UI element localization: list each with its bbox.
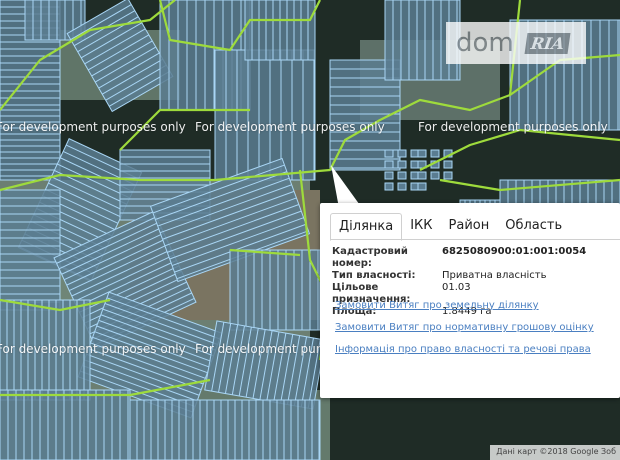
village-plot xyxy=(417,171,427,180)
tab-region[interactable]: Область xyxy=(497,213,570,239)
logo-text: dom xyxy=(456,28,514,58)
parcel-block xyxy=(0,189,61,311)
village-plot xyxy=(430,149,440,158)
tab-divider xyxy=(330,239,620,240)
parcel-outline xyxy=(0,189,61,311)
watermark-text: For development purposes only xyxy=(195,120,385,134)
village-plot xyxy=(384,171,394,180)
popup-tabs: Ділянка ІКК Район Область xyxy=(330,213,570,241)
parcel-block xyxy=(229,249,321,331)
ownership-type-value: Приватна власність xyxy=(442,270,547,281)
order-land-extract-link[interactable]: Замовити Витяг про земельну ділянку xyxy=(335,300,539,311)
parcel-outline xyxy=(214,49,316,181)
parcel-block xyxy=(0,389,131,460)
village-plot xyxy=(384,149,394,158)
order-valuation-extract-link[interactable]: Замовити Витяг про нормативну грошову оц… xyxy=(335,322,594,333)
parcel-outline xyxy=(0,389,131,460)
parcel-block xyxy=(129,399,321,460)
ownership-info-link[interactable]: Інформація про право власності та речові… xyxy=(335,344,591,355)
map-attribution[interactable]: Дані карт ©2018 Google Зоб xyxy=(490,445,620,460)
cadastral-number-value: 6825080900:01:001:0054 xyxy=(442,246,587,257)
parcel-block xyxy=(214,49,316,181)
tab-parcel[interactable]: Ділянка xyxy=(330,213,403,241)
field-label: Кадастровий номер: xyxy=(332,246,408,269)
village-plot xyxy=(443,171,453,180)
parcel-outline xyxy=(229,249,321,331)
village-plot xyxy=(443,160,453,169)
parcel-block xyxy=(244,0,316,61)
village-plot xyxy=(397,160,407,169)
dom-ria-logo[interactable]: dom RIA xyxy=(446,22,586,64)
village-plot xyxy=(417,182,427,191)
tab-district[interactable]: Район xyxy=(441,213,498,239)
village-plot xyxy=(397,182,407,191)
watermark-text: For development purposes only xyxy=(0,120,186,134)
village-plot xyxy=(384,160,394,169)
tab-ikk[interactable]: ІКК xyxy=(402,213,440,239)
village-plot xyxy=(397,171,407,180)
ownership-type-row: Тип власності: Приватна власність xyxy=(332,270,586,282)
field-label: Тип власності: xyxy=(332,270,416,281)
cadastral-number-row: Кадастровий номер: 6825080900:01:001:005… xyxy=(332,246,586,270)
parcel-info-popup: Ділянка ІКК Район Область Кадастровий но… xyxy=(320,203,620,398)
logo-badge: RIA xyxy=(524,32,571,54)
watermark-text: For development purposes only xyxy=(0,342,186,356)
village-plot xyxy=(430,171,440,180)
village-plot xyxy=(397,149,407,158)
watermark-text: For development purposes only xyxy=(418,120,608,134)
village-plot xyxy=(384,182,394,191)
village-plot xyxy=(417,149,427,158)
